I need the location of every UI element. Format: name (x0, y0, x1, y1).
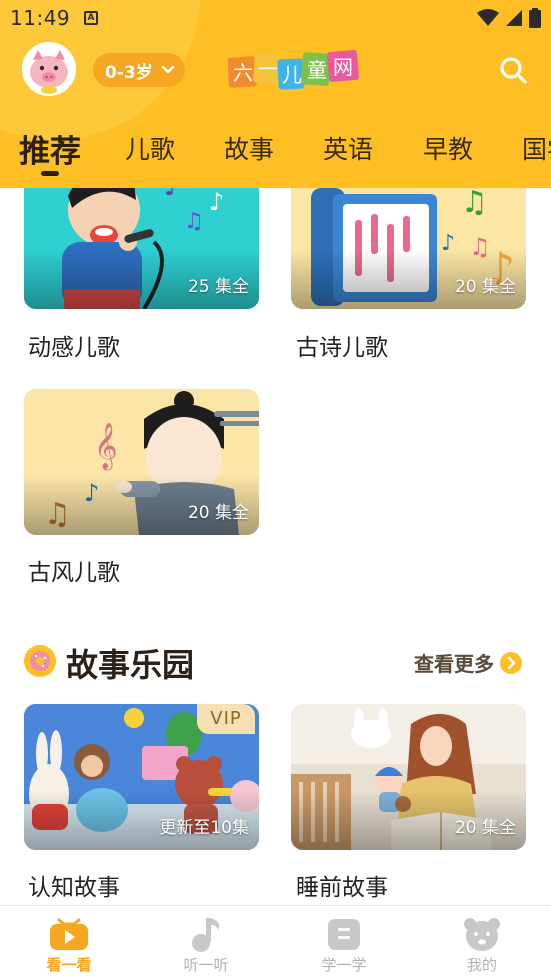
user-avatar[interactable] (22, 42, 76, 96)
story-card-cognition[interactable]: VIP 更新至10集 (24, 704, 259, 850)
nav-label: 看一看 (46, 956, 92, 974)
tab-songs[interactable]: 儿歌 (125, 130, 175, 166)
logo-char: 网 (333, 55, 353, 79)
chevron-right-icon (500, 651, 522, 674)
section-title: 故事乐园 (66, 646, 195, 684)
episode-badge: 20 集全 (187, 503, 249, 523)
music-note-icon (192, 918, 220, 952)
nav-profile[interactable]: 我的 (413, 906, 551, 979)
tab-english[interactable]: 英语 (323, 130, 373, 166)
vip-badge: VIP (197, 704, 255, 734)
bear-icon (464, 918, 500, 951)
nav-label: 学一学 (321, 956, 367, 974)
story-card-bedtime[interactable]: 20 集全 (291, 704, 526, 850)
pig-avatar-icon (24, 44, 74, 94)
tab-chinese-classics[interactable]: 国学 (522, 130, 551, 166)
song-card-title[interactable]: 古诗儿歌 (296, 328, 388, 362)
age-selector[interactable]: 0-3岁 (93, 53, 185, 87)
logo-char: 六 (233, 61, 253, 85)
notification-icon: A (84, 11, 98, 25)
episode-badge: 25 集全 (187, 277, 249, 297)
tv-icon (50, 918, 88, 950)
tab-stories[interactable]: 故事 (224, 130, 274, 166)
search-icon (500, 57, 527, 84)
logo-char: 儿 (282, 63, 302, 87)
song-card-ancient[interactable]: 𝄞 ♪ ♫ 20 集全 (24, 389, 259, 535)
episode-badge: 20 集全 (454, 818, 516, 838)
app-header: 11:49 A 0-3岁 六 一 儿 童 网 推荐 儿歌 故事 英语 早教 国 (0, 0, 551, 188)
nav-label: 我的 (466, 956, 497, 974)
wifi-icon (477, 9, 499, 26)
active-tab-indicator (41, 171, 59, 176)
signal-icon (506, 10, 522, 26)
book-icon (328, 919, 360, 950)
brand-logo: 六 一 儿 童 网 (227, 47, 364, 91)
see-more-link[interactable]: 查看更多 (414, 648, 522, 677)
battery-icon (529, 8, 541, 28)
logo-char: 童 (307, 58, 327, 82)
status-bar: 11:49 A (0, 0, 551, 36)
nav-learn[interactable]: 学一学 (275, 906, 413, 979)
svg-text:♫: ♫ (184, 209, 204, 234)
status-time: 11:49 (10, 6, 71, 30)
chevron-down-icon (161, 65, 174, 74)
logo-char: 一 (258, 57, 278, 81)
donut-icon (24, 645, 56, 677)
song-card-title[interactable]: 古风儿歌 (28, 553, 120, 587)
song-card-title[interactable]: 动感儿歌 (28, 328, 120, 362)
status-icons (477, 8, 541, 28)
tab-early-education[interactable]: 早教 (423, 130, 473, 166)
nav-watch[interactable]: 看一看 (0, 906, 138, 979)
nav-label: 听一听 (183, 956, 229, 974)
svg-text:♪: ♪ (209, 188, 224, 216)
svg-text:𝄞: 𝄞 (94, 423, 118, 471)
bottom-nav: 看一看 听一听 学一学 我的 (0, 905, 551, 979)
tab-recommended[interactable]: 推荐 (19, 126, 81, 171)
episode-badge: 20 集全 (454, 277, 516, 297)
story-card-title[interactable]: 认知故事 (28, 868, 120, 902)
category-tabs: 推荐 儿歌 故事 英语 早教 国学 (0, 118, 551, 178)
search-button[interactable] (498, 55, 528, 85)
svg-text:♫: ♫ (461, 185, 488, 220)
episode-badge: 更新至10集 (159, 818, 249, 838)
nav-listen[interactable]: 听一听 (137, 906, 275, 979)
age-selector-label: 0-3岁 (105, 62, 153, 83)
see-more-label: 查看更多 (414, 652, 494, 676)
story-card-title[interactable]: 睡前故事 (296, 868, 388, 902)
